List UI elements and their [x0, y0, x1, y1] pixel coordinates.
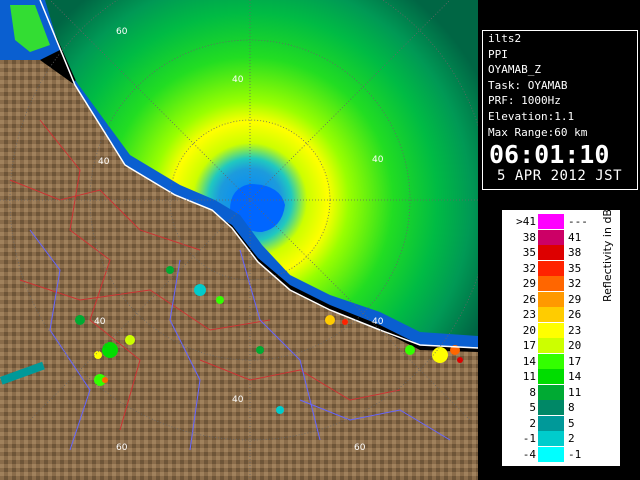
radar-name: ilts2	[488, 32, 522, 45]
legend-high-value: 26	[568, 308, 582, 321]
task-name: Task: OYAMAB	[488, 78, 568, 92]
legend-high-value: 8	[568, 401, 575, 414]
legend-row: 14 17	[504, 353, 618, 369]
legend-row: 58	[504, 400, 618, 415]
legend-low-value: >41	[516, 215, 536, 228]
legend-high-value: 29	[568, 292, 582, 306]
legend-swatch	[538, 214, 564, 229]
legend-row: 23 26	[504, 307, 618, 322]
ring-label: 60	[116, 443, 128, 453]
ring-label: 60	[116, 27, 128, 37]
legend-low-value: 14	[522, 354, 536, 368]
ring-label: 40	[232, 395, 244, 405]
legend-row: 20 23	[504, 322, 618, 338]
legend-swatch	[538, 229, 564, 245]
legend-high-value: 14	[568, 370, 582, 383]
product-name: OYAMAB_Z	[488, 63, 541, 77]
legend-row: 17 20	[504, 338, 618, 353]
elevation-value: Elevation:1.1	[488, 109, 575, 123]
legend-low-value: 26	[522, 292, 536, 306]
scan-mode: PPI	[488, 47, 508, 61]
legend-row: 11 14	[504, 369, 618, 384]
legend-low-value: 20	[522, 323, 536, 337]
legend-high-value: 20	[568, 339, 582, 352]
legend-low-value: 8	[529, 385, 536, 399]
legend-swatch	[538, 307, 564, 322]
legend-high-value: 2	[568, 432, 575, 445]
legend-low-value: 5	[529, 401, 536, 414]
legend-swatch	[538, 353, 564, 369]
legend-swatch	[538, 369, 564, 384]
legend-row: -4 -1	[504, 446, 618, 462]
legend-high-value: 35	[568, 261, 582, 275]
legend-low-value: 32	[522, 261, 536, 275]
ring-label: 40	[372, 155, 384, 165]
reflectivity-legend: >41 --- 38 41 35 38 32 35 29 32 26 29 23 26 20 23 17 20 14…	[502, 201, 620, 466]
legend-swatch	[538, 446, 564, 462]
legend-low-value: 23	[522, 308, 536, 321]
ring-label: 60	[354, 443, 366, 453]
legend-low-value: 11	[522, 370, 536, 383]
legend-swatch	[538, 322, 564, 338]
legend-row: 25	[504, 415, 618, 431]
scan-date: 5 APR 2012 JST	[497, 168, 623, 185]
scan-time: 06:01:10	[489, 140, 610, 170]
scan-info-box: ilts2 PPI OYAMAB_Z Task: OYAMAB PRF: 100…	[482, 30, 638, 190]
legend-high-value: 5	[568, 416, 575, 430]
legend-low-value: 2	[529, 416, 536, 430]
legend-high-value: 23	[568, 323, 582, 337]
legend-low-value: -1	[522, 432, 536, 445]
info-panel: ilts2 PPI OYAMAB_Z Task: OYAMAB PRF: 100…	[478, 0, 640, 480]
legend-swatch	[538, 338, 564, 353]
legend-low-value: -4	[522, 447, 536, 461]
legend-swatch	[538, 384, 564, 400]
legend-swatch	[538, 431, 564, 446]
legend-high-value: ---	[568, 215, 588, 228]
legend-row: 8 11	[504, 384, 618, 400]
legend-high-value: 38	[568, 246, 582, 259]
ring-label: 40	[232, 75, 244, 85]
legend-swatch	[538, 291, 564, 307]
legend-high-value: 11	[568, 385, 582, 399]
max-range-value: Max Range:60 km	[488, 125, 588, 139]
legend-high-value: 17	[568, 354, 582, 368]
legend-low-value: 29	[522, 277, 536, 290]
ring-label: 40	[98, 157, 110, 167]
radar-ppi-map: 40 60 40 40 40 40 60 60 40	[0, 0, 478, 480]
legend-low-value: 17	[522, 339, 536, 352]
legend-low-value: 35	[522, 246, 536, 259]
legend-swatch	[538, 260, 564, 276]
legend-swatch	[538, 245, 564, 260]
legend-row: -1 2	[504, 431, 618, 446]
legend-low-value: 38	[522, 230, 536, 244]
legend-title: Reflectivity in dBZ	[601, 201, 614, 302]
legend-high-value: -1	[568, 447, 582, 461]
legend-swatch	[538, 276, 564, 291]
prf-value: PRF: 1000Hz	[488, 94, 561, 108]
legend-high-value: 32	[568, 277, 582, 290]
legend-swatch	[538, 400, 564, 415]
ring-label: 40	[94, 317, 106, 327]
legend-swatch	[538, 415, 564, 431]
legend-high-value: 41	[568, 230, 582, 244]
ring-label: 40	[372, 317, 384, 327]
